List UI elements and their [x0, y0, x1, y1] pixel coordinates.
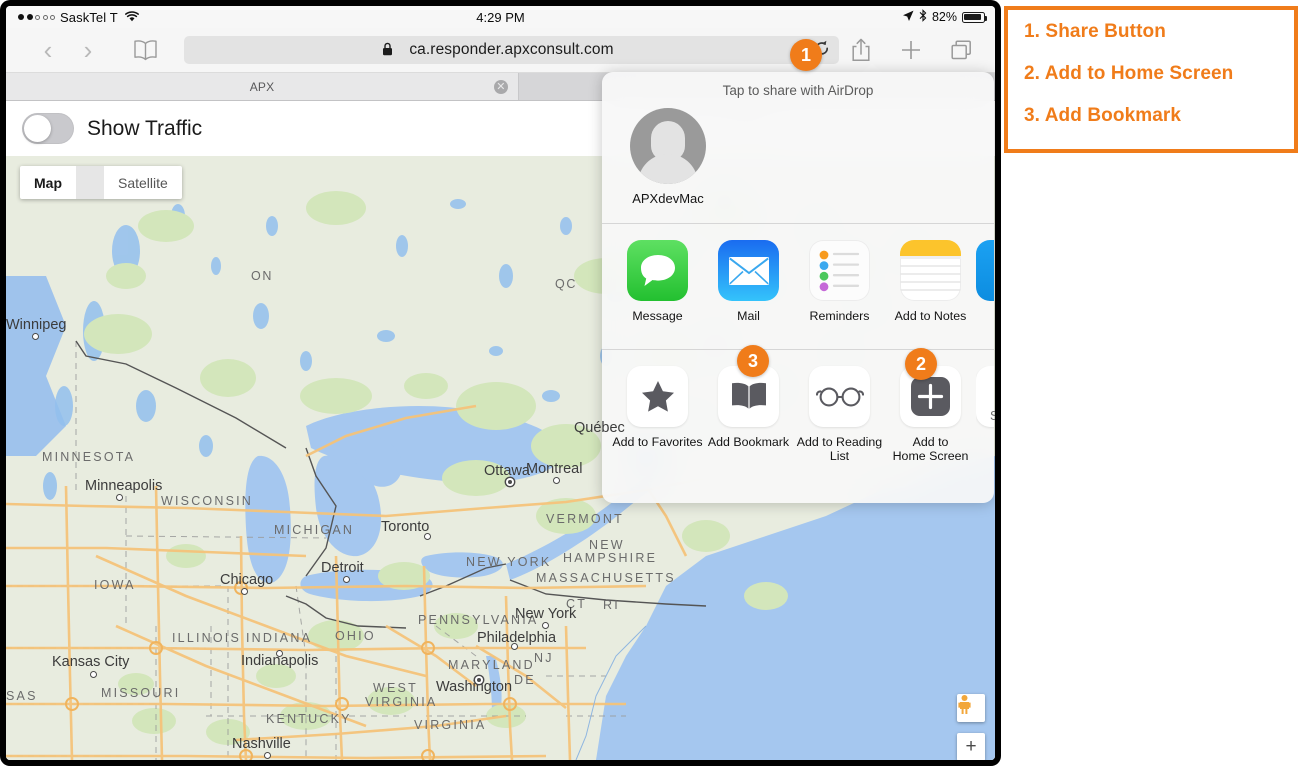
- show-traffic-toggle[interactable]: [22, 113, 74, 144]
- map-city-marker: [343, 576, 350, 583]
- ipad-device-frame: SaskTel T 4:29 PM 82% ‹ › ca.responder.a…: [0, 0, 1001, 766]
- map-city-marker: [511, 643, 518, 650]
- legend-item: 1. Share Button: [1024, 21, 1166, 42]
- toolbar-actions: [849, 37, 973, 63]
- screenshot-root: SaskTel T 4:29 PM 82% ‹ › ca.responder.a…: [0, 0, 1300, 766]
- action-partial[interactable]: [976, 366, 994, 463]
- location-arrow-icon: [902, 10, 914, 25]
- map-city-marker: [276, 650, 283, 657]
- share-app-message[interactable]: Message: [612, 240, 703, 324]
- legend-item: 2. Add to Home Screen: [1024, 63, 1234, 84]
- share-icon[interactable]: [849, 37, 873, 63]
- share-apps-row: Message Mail Reminders Add to Notes: [602, 224, 994, 350]
- map-city-marker: [116, 494, 123, 501]
- glasses-icon: [809, 366, 870, 427]
- bluetooth-icon: [919, 9, 927, 25]
- ipad-screen: SaskTel T 4:29 PM 82% ‹ › ca.responder.a…: [6, 6, 995, 760]
- map-city-marker: [553, 477, 560, 484]
- divider: [76, 166, 104, 199]
- callout-badge-3: 3: [737, 345, 769, 377]
- person-avatar-icon: [630, 108, 706, 184]
- share-app-partial[interactable]: [976, 240, 994, 324]
- map-type-satellite[interactable]: Satellite: [104, 166, 182, 199]
- ios-status-bar: SaskTel T 4:29 PM 82%: [6, 6, 995, 28]
- action-label: Add to Favorites: [612, 435, 703, 449]
- toggle-knob: [24, 115, 51, 142]
- map-type-toggle[interactable]: Map Satellite: [20, 166, 182, 199]
- new-tab-icon[interactable]: [899, 37, 923, 63]
- browser-tab[interactable]: APX ✕: [6, 73, 519, 100]
- action-label: Add Bookmark: [707, 435, 790, 449]
- reminders-list-icon: [809, 240, 870, 301]
- zoom-in-button[interactable]: +: [957, 733, 985, 760]
- bookmarks-icon[interactable]: [128, 39, 162, 61]
- share-app-label: Message: [632, 309, 683, 323]
- tabs-icon[interactable]: [949, 37, 973, 63]
- share-actions-strip: Add to Favorites Add Bookmark Add to Rea…: [612, 366, 994, 463]
- tab-title: APX: [249, 79, 275, 94]
- share-app-reminders[interactable]: Reminders: [794, 240, 885, 324]
- airdrop-section: Tap to share with AirDrop APXdevMac: [602, 72, 994, 224]
- share-actions-row: Add to Favorites Add Bookmark Add to Rea…: [602, 350, 994, 502]
- action-add-to-reading-list[interactable]: Add to Reading List: [794, 366, 885, 463]
- map-city-marker: [90, 671, 97, 678]
- airdrop-title: Tap to share with AirDrop: [722, 83, 874, 98]
- action-label: Add to Home Screen: [892, 435, 969, 463]
- instructions-legend: 1. Share Button 2. Add to Home Screen 3.…: [1004, 6, 1298, 153]
- action-add-bookmark[interactable]: Add Bookmark: [703, 366, 794, 463]
- callout-badge-1: 1: [790, 39, 822, 71]
- share-app-mail[interactable]: Mail: [703, 240, 794, 324]
- share-apps-strip: Message Mail Reminders Add to Notes: [612, 240, 994, 324]
- close-icon[interactable]: ✕: [494, 79, 508, 94]
- map-city-marker: [424, 533, 431, 540]
- legend-item: 3. Add Bookmark: [1024, 105, 1182, 126]
- map-city-marker: [477, 678, 481, 682]
- status-bar-right: 82%: [902, 9, 988, 25]
- airdrop-contact[interactable]: APXdevMac: [613, 108, 723, 206]
- airdrop-contact-name: APXdevMac: [632, 191, 704, 206]
- show-traffic-control[interactable]: Show Traffic: [22, 113, 202, 144]
- action-label: Add to Reading List: [796, 435, 883, 463]
- address-bar[interactable]: ca.responder.apxconsult.com: [184, 36, 839, 64]
- share-app-label: Add to Notes: [894, 309, 967, 323]
- status-bar-clock: 4:29 PM: [476, 9, 525, 25]
- notes-icon: [900, 240, 961, 301]
- message-bubble-icon: [627, 240, 688, 301]
- map-city-marker: [542, 622, 549, 629]
- mail-envelope-icon: [718, 240, 779, 301]
- share-sheet: Tap to share with AirDrop APXdevMac Mess…: [602, 72, 994, 503]
- battery-icon: [962, 11, 988, 23]
- safari-toolbar: ‹ › ca.responder.apxconsult.com: [6, 28, 995, 73]
- social-app-icon: [976, 240, 994, 301]
- pegman-icon[interactable]: [957, 694, 985, 722]
- action-add-to-favorites[interactable]: Add to Favorites: [612, 366, 703, 463]
- battery-percentage: 82%: [931, 10, 957, 24]
- forward-button[interactable]: ›: [68, 37, 108, 63]
- share-app-label: Mail: [737, 309, 760, 323]
- star-icon: [627, 366, 688, 427]
- action-add-to-home-screen[interactable]: Add to Home Screen: [885, 366, 976, 463]
- url-text: ca.responder.apxconsult.com: [409, 41, 614, 58]
- callout-badge-2: 2: [905, 348, 937, 380]
- share-app-label: Reminders: [809, 309, 870, 323]
- map-city-marker: [241, 588, 248, 595]
- map-type-map[interactable]: Map: [20, 166, 76, 199]
- back-button[interactable]: ‹: [28, 37, 68, 63]
- more-action-icon: [976, 366, 994, 427]
- map-city-marker: [32, 333, 39, 340]
- share-app-notes[interactable]: Add to Notes: [885, 240, 976, 324]
- map-city-marker: [264, 752, 271, 759]
- show-traffic-label: Show Traffic: [87, 116, 203, 140]
- map-city-marker: [508, 480, 512, 484]
